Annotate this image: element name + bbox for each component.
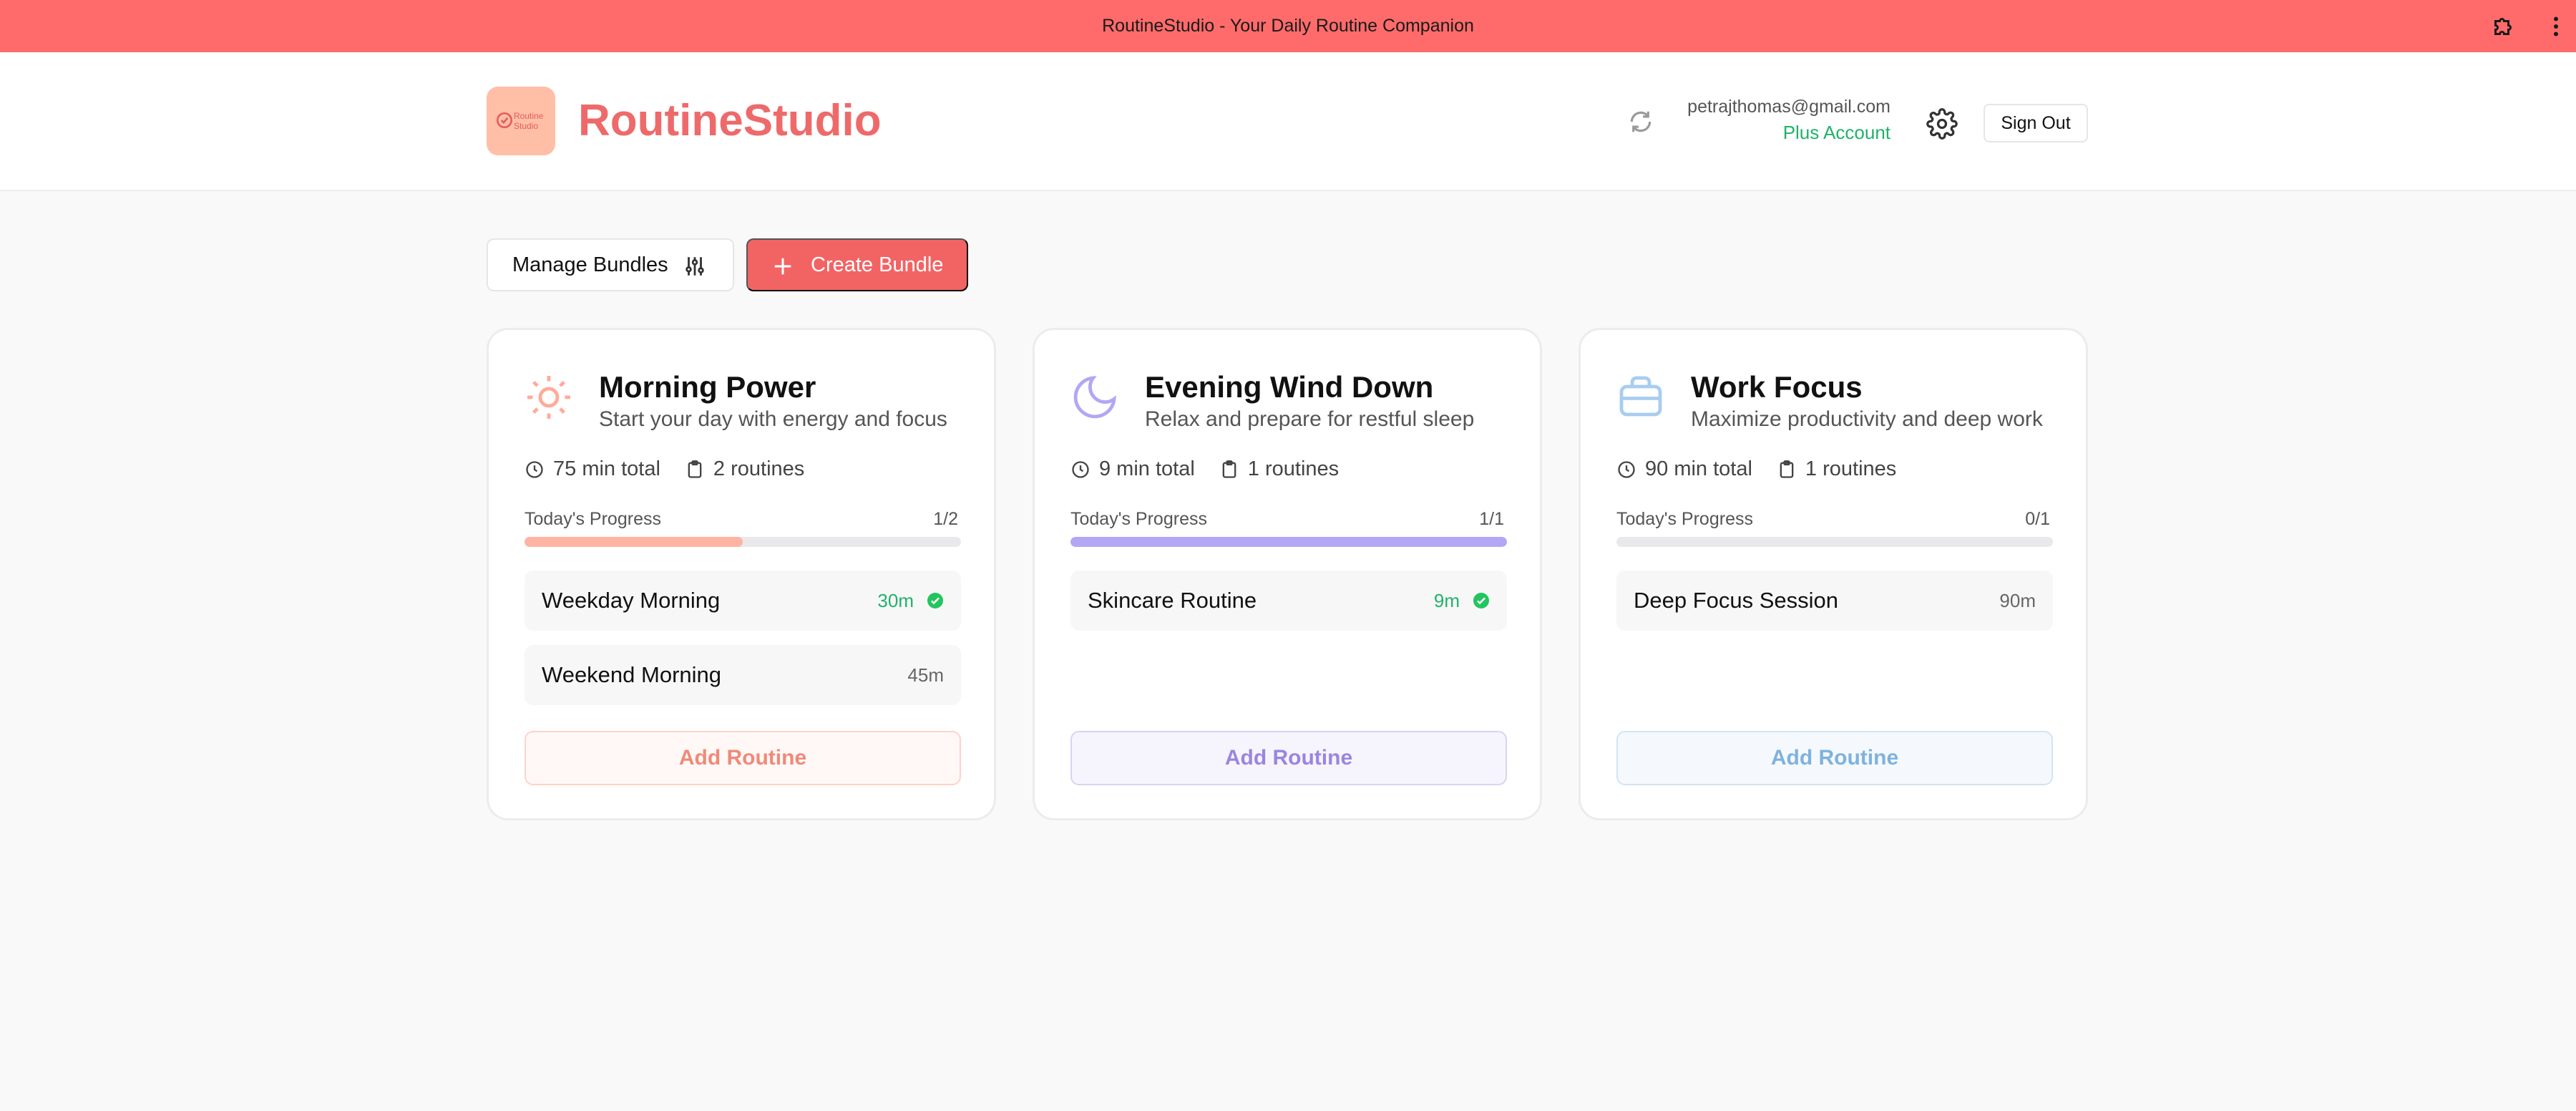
progress-label: Today's Progress bbox=[525, 509, 661, 529]
manage-bundles-button[interactable]: Manage Bundles bbox=[487, 238, 734, 291]
bundle-routine-count: 2 routines bbox=[713, 457, 805, 480]
progress-label: Today's Progress bbox=[1616, 509, 1753, 529]
bundle-card[interactable]: Work Focus Maximize productivity and dee… bbox=[1579, 328, 2088, 820]
routine-item[interactable]: Weekday Morning 30m bbox=[525, 571, 961, 631]
account-info: petrajthomas@gmail.com Plus Account bbox=[1687, 97, 1890, 144]
check-circle-icon bbox=[927, 592, 944, 609]
bundle-card[interactable]: Evening Wind Down Relax and prepare for … bbox=[1033, 328, 1542, 820]
routine-item[interactable]: Deep Focus Session 90m bbox=[1616, 571, 2053, 631]
clipboard-icon bbox=[688, 460, 702, 478]
logo-text: Routine Studio bbox=[514, 111, 544, 131]
progress-bar bbox=[525, 537, 961, 547]
bundle-meta: 9 min total 1 routines bbox=[1070, 457, 1363, 481]
clock-icon bbox=[1072, 460, 1089, 478]
bundle-card[interactable]: Morning Power Start your day with energy… bbox=[487, 328, 996, 820]
plus-icon bbox=[774, 258, 791, 275]
bundle-subtitle: Start your day with energy and focus bbox=[599, 407, 947, 431]
manage-bundles-label: Manage Bundles bbox=[512, 253, 668, 276]
routine-name: Deep Focus Session bbox=[1634, 588, 1839, 613]
bundle-total-time: 90 min total bbox=[1645, 457, 1752, 480]
bundle-total-time: 75 min total bbox=[553, 457, 660, 480]
progress-count: 1/2 bbox=[933, 509, 958, 529]
settings-gear-icon[interactable] bbox=[1926, 108, 1958, 143]
progress-bar bbox=[1070, 537, 1507, 547]
bundle-total-time: 9 min total bbox=[1099, 457, 1195, 480]
progress-count: 1/1 bbox=[1479, 509, 1504, 529]
progress-count: 0/1 bbox=[2025, 509, 2050, 529]
create-bundle-button[interactable]: Create Bundle bbox=[746, 238, 968, 291]
moon-icon bbox=[1069, 372, 1121, 427]
window-title-bar: RoutineStudio - Your Daily Routine Compa… bbox=[0, 0, 2576, 52]
sliders-icon bbox=[686, 257, 704, 276]
account-email: petrajthomas@gmail.com bbox=[1687, 97, 1890, 117]
clipboard-icon bbox=[1780, 460, 1794, 478]
briefcase-icon bbox=[1615, 372, 1667, 427]
routine-name: Weekend Morning bbox=[542, 662, 722, 687]
bundle-routine-count: 1 routines bbox=[1805, 457, 1897, 480]
add-routine-button[interactable]: Add Routine bbox=[1616, 731, 2053, 785]
create-bundle-label: Create Bundle bbox=[811, 253, 944, 276]
app-header: Routine Studio RoutineStudio petrajthoma… bbox=[0, 52, 2576, 191]
clock-icon bbox=[526, 460, 543, 478]
add-routine-button[interactable]: Add Routine bbox=[1070, 731, 1507, 785]
clipboard-icon bbox=[1222, 460, 1236, 478]
routine-duration: 90m bbox=[1999, 589, 2036, 611]
routine-name: Skincare Routine bbox=[1088, 588, 1257, 613]
routine-item[interactable]: Weekend Morning 45m bbox=[525, 645, 961, 705]
bundle-subtitle: Relax and prepare for restful sleep bbox=[1145, 407, 1475, 431]
bundle-routine-count: 1 routines bbox=[1247, 457, 1340, 480]
progress-fill bbox=[1070, 537, 1507, 547]
bundle-title: Morning Power bbox=[599, 370, 816, 404]
account-plan-badge: Plus Account bbox=[1782, 122, 1890, 143]
more-menu-icon[interactable] bbox=[2552, 14, 2560, 39]
routine-duration: 45m bbox=[907, 664, 944, 686]
routine-item[interactable]: Skincare Routine 9m bbox=[1070, 571, 1507, 631]
sun-icon bbox=[523, 372, 575, 427]
sign-out-button[interactable]: Sign Out bbox=[1984, 104, 2088, 142]
clock-icon bbox=[1618, 460, 1635, 478]
bundle-title: Work Focus bbox=[1691, 370, 1863, 404]
bundle-meta: 90 min total 1 routines bbox=[1616, 457, 1921, 481]
extensions-icon[interactable] bbox=[2490, 14, 2516, 39]
progress-label: Today's Progress bbox=[1070, 509, 1207, 529]
routine-name: Weekday Morning bbox=[542, 588, 721, 613]
bundle-subtitle: Maximize productivity and deep work bbox=[1691, 407, 2043, 431]
brand-name: RoutineStudio bbox=[578, 96, 882, 145]
bundle-title: Evening Wind Down bbox=[1145, 370, 1434, 404]
app-logo[interactable]: Routine Studio bbox=[487, 87, 555, 155]
window-title: RoutineStudio - Your Daily Routine Compa… bbox=[1102, 16, 1474, 36]
routine-duration: 9m bbox=[1433, 589, 1460, 611]
check-circle-icon bbox=[1473, 592, 1490, 609]
routine-duration: 30m bbox=[877, 589, 914, 611]
progress-fill bbox=[525, 537, 743, 547]
bundle-meta: 75 min total 2 routines bbox=[525, 457, 829, 481]
progress-bar bbox=[1616, 537, 2053, 547]
sync-icon[interactable] bbox=[1627, 108, 1654, 139]
add-routine-button[interactable]: Add Routine bbox=[525, 731, 961, 785]
